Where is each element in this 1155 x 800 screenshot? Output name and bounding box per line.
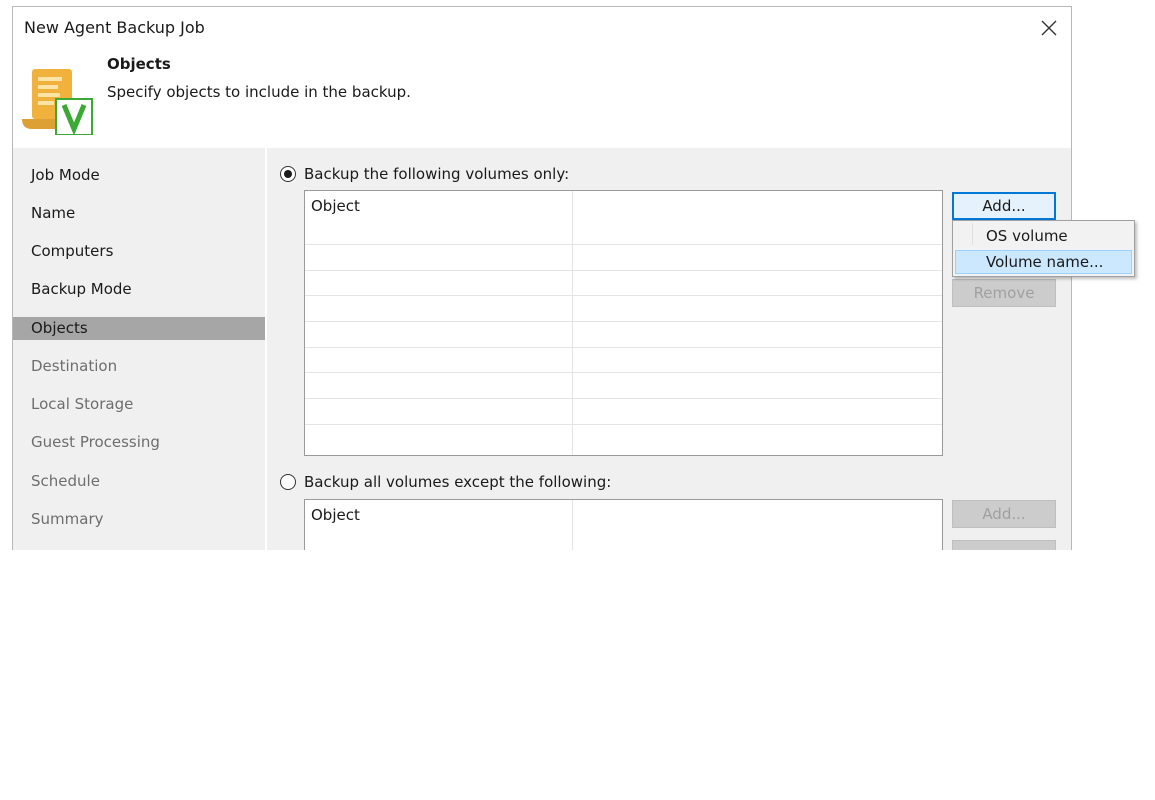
menu-item-volume-name[interactable]: Volume name... <box>955 250 1132 274</box>
window-title: New Agent Backup Job <box>24 18 205 37</box>
include-add-button[interactable]: Add... <box>952 192 1056 220</box>
nav-item-computers[interactable]: Computers <box>13 240 265 263</box>
radio-unselected-icon <box>280 474 296 490</box>
grid-header: Object <box>305 191 942 218</box>
column-header-object[interactable]: Object <box>305 191 360 218</box>
nav-item-schedule: Schedule <box>31 472 100 490</box>
include-volumes-label: Backup the following volumes only: <box>304 165 570 183</box>
nav-item-backup-mode[interactable]: Backup Mode <box>13 278 265 301</box>
nav-item-summary: Summary <box>31 510 104 528</box>
objects-scroll-icon <box>20 67 96 136</box>
nav-item-job-mode[interactable]: Job Mode <box>13 164 265 187</box>
menu-item-os-volume[interactable]: OS volume <box>955 224 1132 248</box>
exclude-volumes-label: Backup all volumes except the following: <box>304 473 612 491</box>
exclude-second-button <box>952 540 1056 550</box>
exclude-add-button: Add... <box>952 500 1056 528</box>
page-subtitle: Specify objects to include in the backup… <box>107 83 411 101</box>
radio-selected-icon <box>280 166 296 182</box>
wizard-nav: Job Mode Name Computers Backup Mode Obje… <box>13 148 265 550</box>
nav-item-objects[interactable]: Objects <box>13 317 265 340</box>
include-volumes-grid[interactable]: Object <box>304 190 943 456</box>
column-header-blank[interactable] <box>572 500 578 527</box>
nav-item-local-storage: Local Storage <box>31 395 134 413</box>
nav-item-name[interactable]: Name <box>13 202 265 225</box>
objects-panel: Backup the following volumes only: Objec… <box>267 148 1071 550</box>
add-dropdown-menu: OS volume Volume name... <box>952 220 1135 277</box>
nav-item-guest-processing: Guest Processing <box>31 433 160 451</box>
exclude-volumes-radio[interactable]: Backup all volumes except the following: <box>280 473 611 491</box>
page-title: Objects <box>107 55 171 73</box>
new-agent-backup-job-dialog: New Agent Backup Job Objects Specify obj… <box>12 6 1072 550</box>
column-header-blank[interactable] <box>572 191 578 218</box>
nav-item-destination: Destination <box>31 357 118 375</box>
include-volumes-radio[interactable]: Backup the following volumes only: <box>280 165 569 183</box>
include-remove-button: Remove <box>952 279 1056 307</box>
column-header-object[interactable]: Object <box>305 500 360 527</box>
close-icon[interactable] <box>1032 13 1066 43</box>
exclude-volumes-grid[interactable]: Object <box>304 499 943 550</box>
grid-header: Object <box>305 500 942 527</box>
